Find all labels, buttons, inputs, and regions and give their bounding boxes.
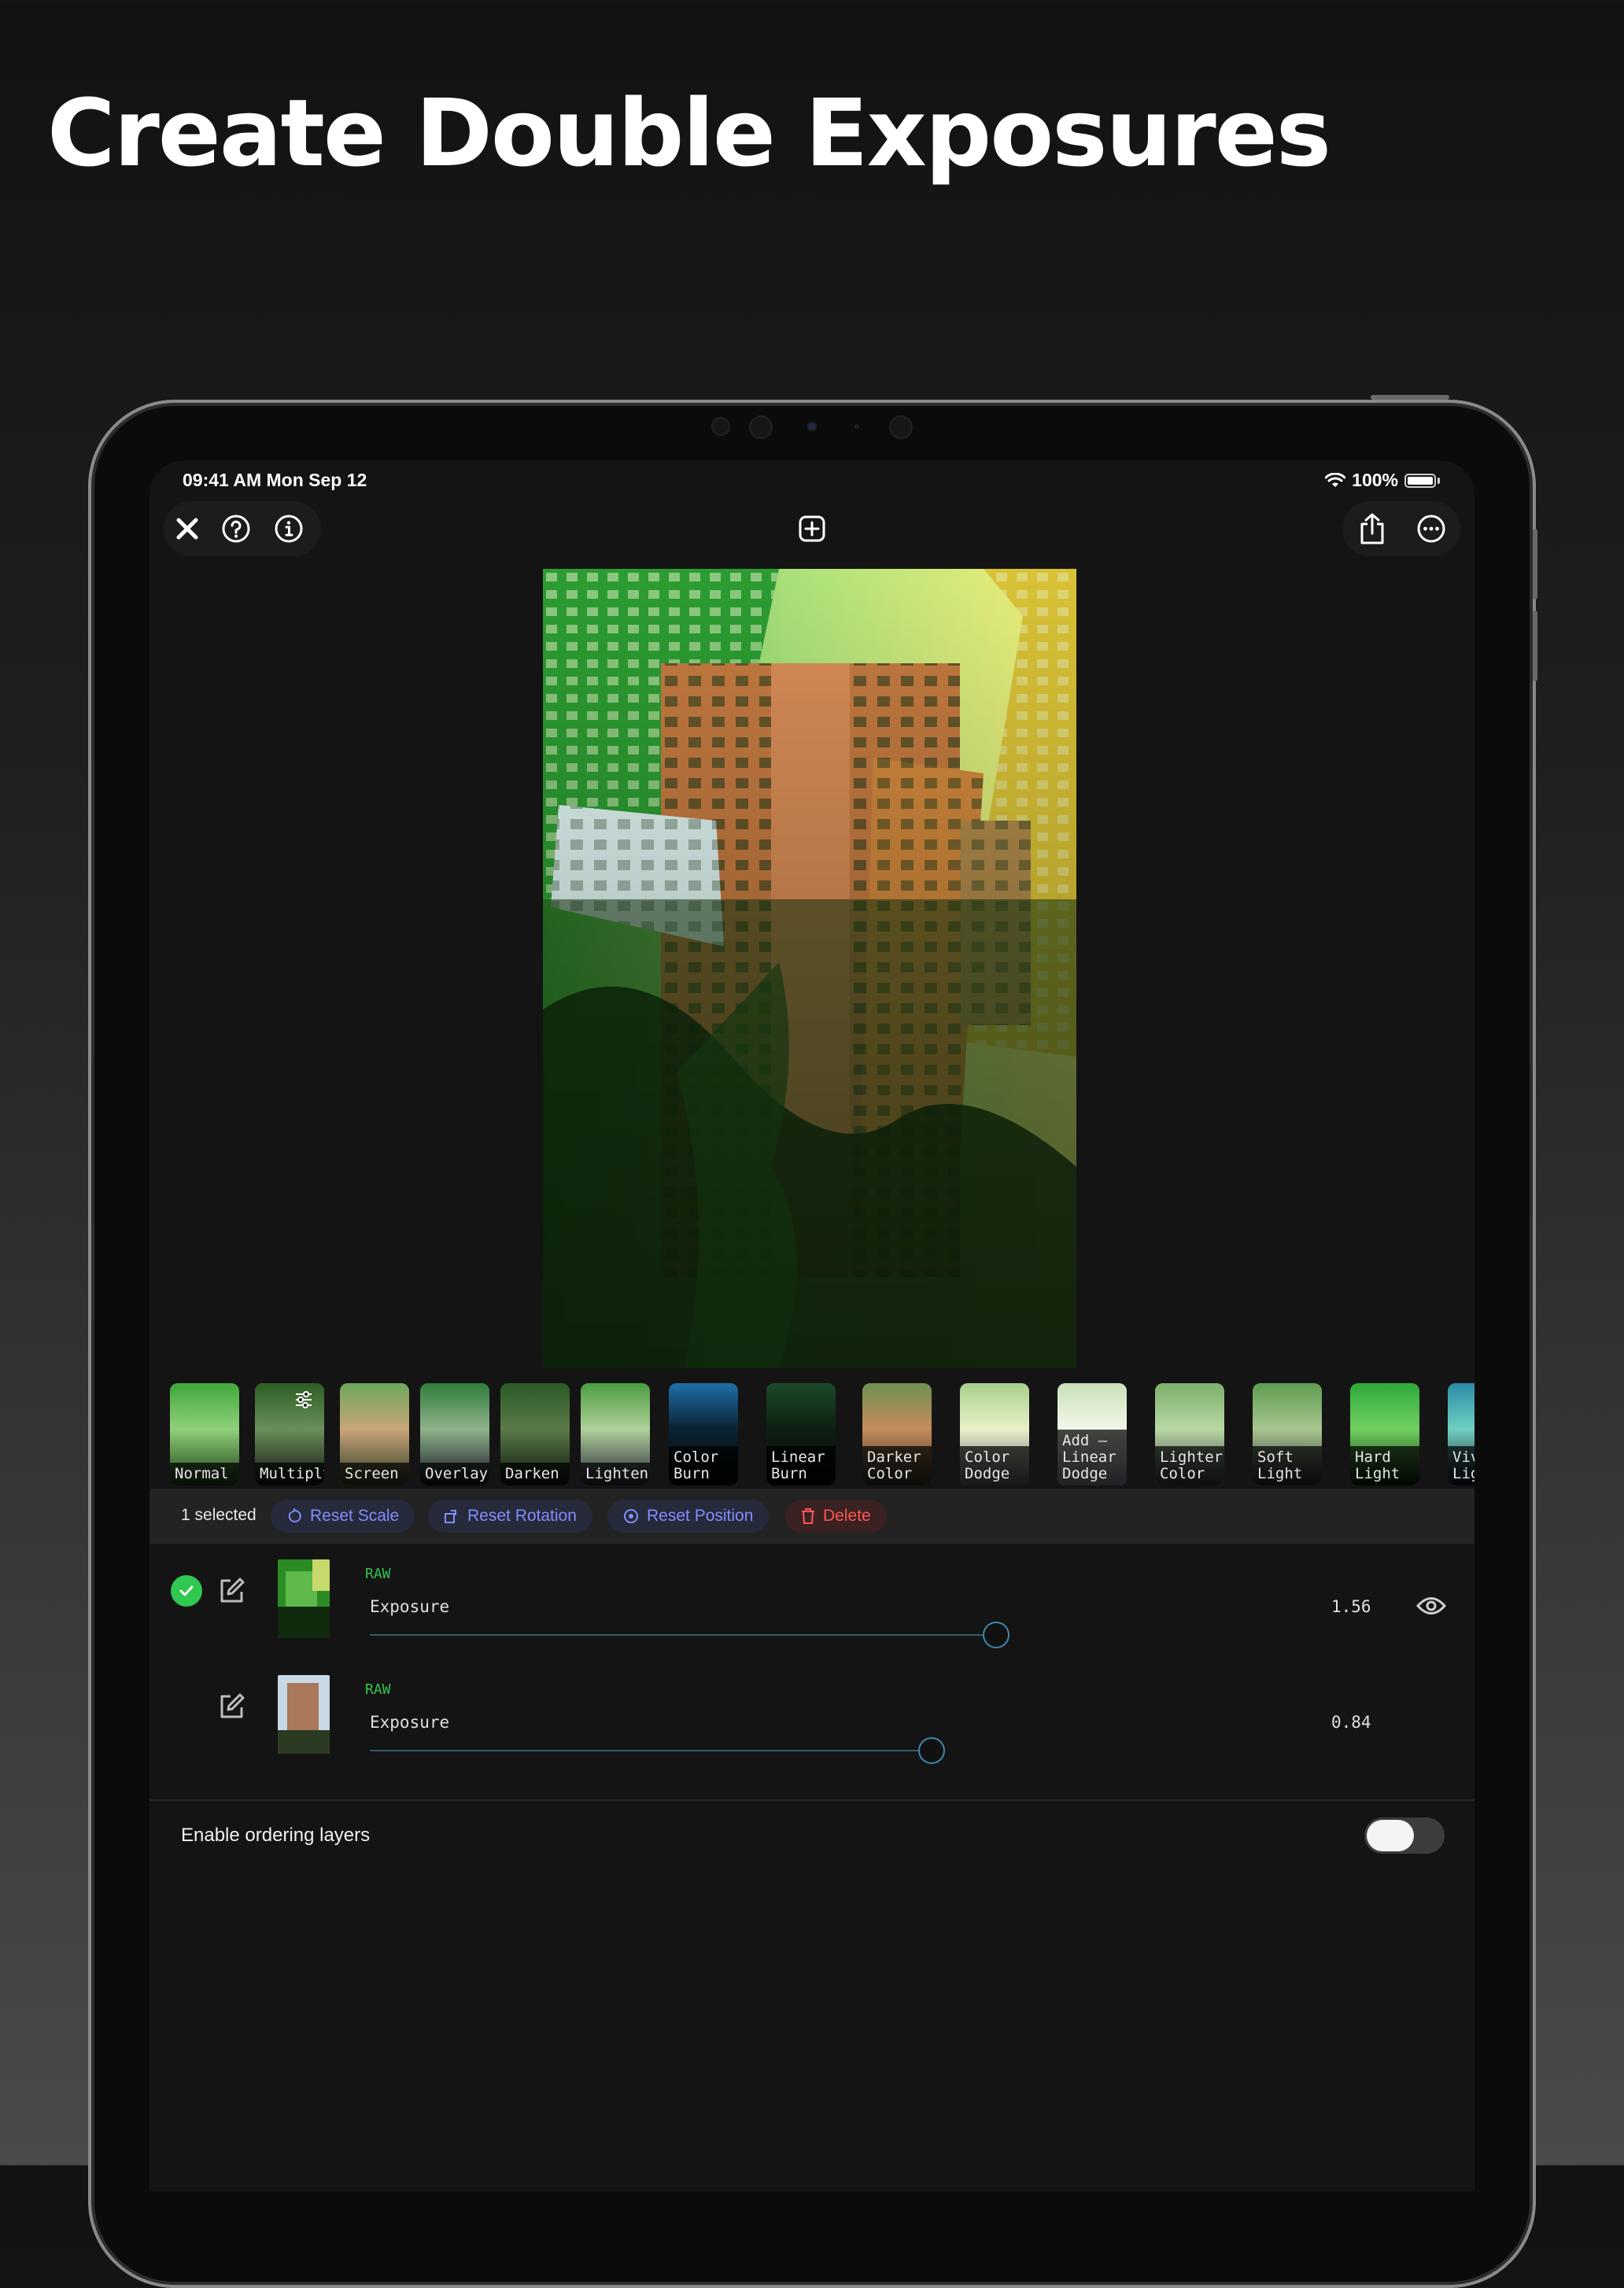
- close-button[interactable]: [164, 504, 211, 554]
- selected-count: 1 selected: [181, 1506, 257, 1524]
- front-camera: [708, 415, 928, 439]
- battery-icon: [1404, 473, 1436, 488]
- blend-mode-darker-color[interactable]: Darker Color: [862, 1383, 932, 1485]
- toolbar-right: [1342, 501, 1460, 556]
- reset-rotation-label: Reset Rotation: [467, 1507, 577, 1525]
- blend-mode-normal[interactable]: Normal: [170, 1383, 239, 1485]
- toolbar-left: [164, 501, 321, 556]
- blend-mode-lighter-color[interactable]: Lighter Color: [1155, 1383, 1224, 1485]
- canvas-photo[interactable]: [543, 569, 1076, 1368]
- layer-type-tag: RAW: [365, 1566, 391, 1582]
- info-button[interactable]: [261, 504, 316, 554]
- blend-mode-overlay[interactable]: Overlay: [420, 1383, 489, 1485]
- share-icon: [1360, 513, 1383, 544]
- exposure-slider-knob[interactable]: [918, 1737, 945, 1764]
- blend-mode-label: Linear Burn: [766, 1446, 836, 1485]
- share-button[interactable]: [1347, 504, 1397, 554]
- blend-mode-label: Add – Linear Dodge: [1057, 1430, 1127, 1485]
- double-exposure-image: [543, 569, 1076, 1368]
- layer-row[interactable]: RAW Exposure 1.56: [149, 1559, 1475, 1674]
- slider-label: Exposure: [370, 1597, 450, 1616]
- exposure-value: 0.84: [1331, 1713, 1371, 1732]
- edit-layer-button[interactable]: [217, 1577, 245, 1609]
- headline: Create Double Exposures: [47, 79, 1331, 187]
- add-layer-button[interactable]: [787, 504, 837, 554]
- blend-mode-darken[interactable]: Darken: [500, 1383, 570, 1485]
- edit-icon: [220, 1578, 245, 1603]
- battery-percent: 100%: [1352, 470, 1398, 490]
- app-screen: 09:41 AM Mon Sep 12 100% Normal Multipl …: [149, 460, 1475, 2191]
- reset-rotation-button[interactable]: Reset Rotation: [428, 1500, 592, 1533]
- more-icon: [1417, 515, 1445, 543]
- blend-mode-label: Darker Color: [862, 1446, 932, 1485]
- help-icon: [222, 515, 250, 543]
- exposure-slider-track[interactable]: [370, 1634, 996, 1636]
- reset-position-button[interactable]: Reset Position: [607, 1500, 770, 1533]
- reset-scale-label: Reset Scale: [310, 1507, 400, 1525]
- blend-mode-lighten[interactable]: Lighten: [581, 1383, 650, 1485]
- blend-mode-label: Color Burn: [669, 1446, 738, 1485]
- checkmark-icon: [179, 1585, 194, 1596]
- adjust-settings-icon[interactable]: [294, 1391, 313, 1408]
- wifi-icon: [1325, 472, 1346, 487]
- exposure-value: 1.56: [1331, 1597, 1371, 1616]
- blend-mode-multiply[interactable]: Multiply: [255, 1383, 324, 1485]
- layer-thumbnail: [278, 1559, 330, 1638]
- selection-action-bar: 1 selected Reset Scale Reset Rotation Re…: [149, 1489, 1475, 1544]
- blend-mode-add-linear-dodge[interactable]: Add – Linear Dodge: [1057, 1383, 1127, 1485]
- layer-thumbnail: [278, 1675, 330, 1754]
- blend-mode-linear-burn[interactable]: Linear Burn: [766, 1383, 836, 1485]
- add-layer-icon: [799, 515, 825, 542]
- blend-mode-color-burn[interactable]: Color Burn: [669, 1383, 738, 1485]
- ordering-layers-label: Enable ordering layers: [181, 1825, 371, 1846]
- ordering-layers-toggle[interactable]: [1364, 1817, 1445, 1854]
- blend-mode-label: Lighten: [581, 1463, 650, 1485]
- volume-up-button: [1533, 529, 1537, 600]
- trash-icon: [802, 1508, 814, 1524]
- blend-mode-viv-lig[interactable]: Viv Lig: [1448, 1383, 1475, 1485]
- status-time: 09:41 AM Mon Sep 12: [183, 470, 367, 490]
- close-icon: [176, 518, 198, 540]
- layer-selected-check[interactable]: [171, 1575, 202, 1607]
- blend-mode-label: Color Dodge: [960, 1446, 1029, 1485]
- reset-rotation-icon: [445, 1510, 456, 1523]
- blend-mode-label: Normal: [170, 1463, 239, 1485]
- more-button[interactable]: [1406, 504, 1456, 554]
- layer-type-tag: RAW: [365, 1681, 391, 1698]
- reset-position-icon: [624, 1509, 638, 1523]
- exposure-slider-track[interactable]: [370, 1750, 932, 1751]
- blend-mode-label: Soft Light: [1253, 1446, 1322, 1485]
- exposure-slider-knob[interactable]: [982, 1622, 1009, 1648]
- section-divider: [149, 1799, 1475, 1801]
- eye-icon: [1415, 1597, 1447, 1615]
- reset-scale-button[interactable]: Reset Scale: [271, 1500, 415, 1533]
- layer-row[interactable]: RAW Exposure 0.84: [149, 1675, 1475, 1789]
- blend-mode-screen[interactable]: Screen: [340, 1383, 409, 1485]
- blend-mode-label: Hard Light: [1350, 1446, 1419, 1485]
- volume-down-button: [1533, 611, 1537, 681]
- blend-mode-label: Lighter Color: [1155, 1446, 1224, 1485]
- status-bar: 09:41 AM Mon Sep 12 100%: [149, 460, 1475, 501]
- blend-mode-soft-light[interactable]: Soft Light: [1253, 1383, 1322, 1485]
- reset-position-label: Reset Position: [647, 1507, 754, 1525]
- blend-mode-label: Viv Lig: [1448, 1446, 1475, 1485]
- blend-mode-label: Multiply: [255, 1463, 324, 1485]
- blend-mode-hard-light[interactable]: Hard Light: [1350, 1383, 1419, 1485]
- blend-mode-label: Darken: [500, 1463, 570, 1485]
- slider-label: Exposure: [370, 1713, 450, 1732]
- blend-mode-strip: Normal Multiply Screen Overlay Darken Lighten…: [149, 1377, 1475, 1487]
- delete-button[interactable]: Delete: [785, 1500, 887, 1533]
- blend-mode-label: Overlay: [420, 1463, 489, 1485]
- blend-mode-color-dodge[interactable]: Color Dodge: [960, 1383, 1029, 1485]
- help-button[interactable]: [211, 504, 261, 554]
- info-icon: [275, 515, 303, 543]
- top-button: [1371, 395, 1449, 400]
- reset-scale-icon: [288, 1508, 301, 1522]
- edit-layer-button[interactable]: [217, 1692, 245, 1725]
- visibility-toggle[interactable]: [1415, 1596, 1447, 1620]
- edit-icon: [220, 1693, 245, 1718]
- delete-label: Delete: [823, 1507, 871, 1525]
- blend-mode-label: Screen: [340, 1463, 409, 1485]
